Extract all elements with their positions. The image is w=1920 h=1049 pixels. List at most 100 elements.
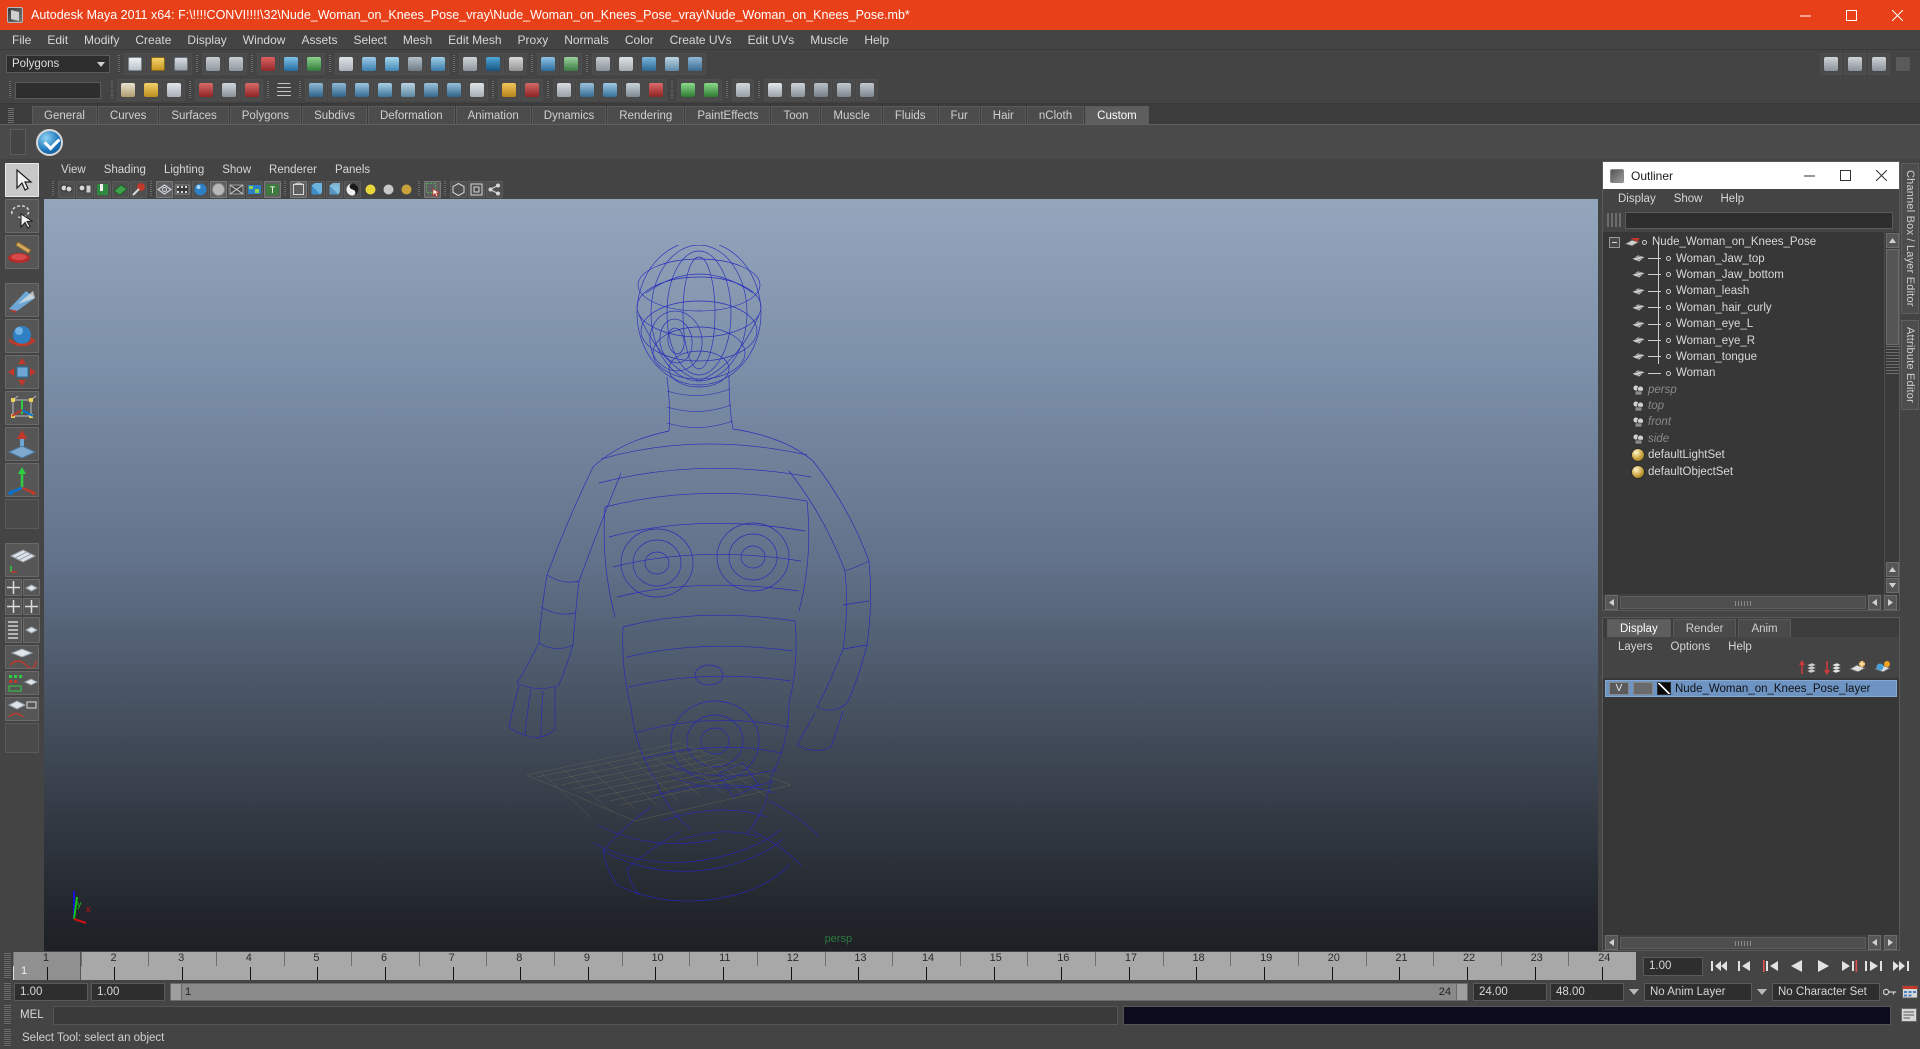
particle-tool-icon[interactable]	[684, 53, 706, 75]
shelf-tab-hair[interactable]: Hair	[981, 106, 1026, 124]
move-layer-down-icon[interactable]	[1824, 660, 1841, 675]
construction-history-icon[interactable]	[459, 53, 481, 75]
outliner-tree[interactable]: Nude_Woman_on_Knees_Pose Woman_Jaw_top	[1603, 232, 1899, 594]
snap-to-curve-icon[interactable]	[358, 53, 380, 75]
outliner-vertical-scrollbar[interactable]	[1884, 232, 1899, 594]
snap-point-alt-icon[interactable]	[351, 79, 373, 101]
snap-grid-alt-icon[interactable]	[305, 79, 327, 101]
grid-toggle-icon[interactable]	[553, 79, 575, 101]
layout-three-pane-icon[interactable]	[23, 598, 40, 615]
menu-assets[interactable]: Assets	[293, 30, 345, 50]
hardware-texture-icon[interactable]	[810, 79, 832, 101]
viewport-menu-show[interactable]: Show	[213, 164, 260, 176]
layout-four-view-icon[interactable]	[5, 579, 22, 596]
perspective-viewport[interactable]: persp y x	[44, 199, 1598, 951]
auto-key-icon[interactable]	[1883, 983, 1897, 1001]
marquee-select-icon[interactable]	[424, 181, 441, 198]
outliner-item-mesh[interactable]: Woman_Jaw_top	[1603, 250, 1884, 266]
two-d-pan-zoom-icon[interactable]	[130, 181, 147, 198]
shelf-tab-curves[interactable]: Curves	[98, 106, 158, 124]
open-scene-icon[interactable]	[147, 53, 169, 75]
snap-curve-alt-icon[interactable]	[328, 79, 350, 101]
range-slider-grip[interactable]	[4, 983, 11, 1001]
layer-playback-toggle[interactable]	[1633, 682, 1653, 695]
wireframe-on-shaded-icon[interactable]	[362, 181, 379, 198]
outliner-item-mesh[interactable]: Woman	[1603, 365, 1884, 381]
layer-list[interactable]: V Nude_Woman_on_Knees_Pose_layer	[1603, 678, 1899, 935]
anim-end-time-field[interactable]: 48.00	[1550, 983, 1624, 1001]
hscrollbar-thumb[interactable]	[1620, 596, 1866, 609]
outliner-item-mesh[interactable]: Woman_eye_R	[1603, 332, 1884, 348]
magnet-icon[interactable]	[397, 79, 419, 101]
step-back-frame-button[interactable]	[1760, 956, 1782, 976]
shelf-tab-animation[interactable]: Animation	[456, 106, 531, 124]
tab-channel-box-layer-editor[interactable]: Channel Box / Layer Editor	[1901, 163, 1919, 314]
scroll-up-icon[interactable]	[1886, 233, 1899, 248]
show-channel-box-icon[interactable]	[1820, 53, 1842, 75]
toolbox-extra-slot[interactable]	[5, 723, 39, 753]
range-right-handle[interactable]	[1456, 984, 1467, 1000]
layer-menu-options[interactable]: Options	[1662, 641, 1720, 653]
share-viewport-icon[interactable]	[486, 181, 503, 198]
scroll-left-icon[interactable]	[1605, 595, 1618, 610]
outliner-item-camera[interactable]: front	[1603, 414, 1884, 430]
shelf-tab-painteffects[interactable]: PaintEffects	[685, 106, 770, 124]
menu-help[interactable]: Help	[856, 30, 897, 50]
use-default-lighting-icon[interactable]	[380, 181, 397, 198]
layer-list-horizontal-scrollbar[interactable]	[1603, 935, 1899, 950]
outliner-item-camera[interactable]: persp	[1603, 382, 1884, 398]
isolate-select-icon[interactable]	[677, 79, 699, 101]
shelf-tab-polygons[interactable]: Polygons	[230, 106, 301, 124]
frame-all-icon[interactable]	[468, 181, 485, 198]
sidebar-expand-icon[interactable]	[1892, 53, 1914, 75]
layer-row[interactable]: V Nude_Woman_on_Knees_Pose_layer	[1605, 680, 1897, 697]
wireframe-model-nude-woman-on-knees[interactable]	[471, 245, 1171, 905]
anim-layer-dropdown-icon[interactable]	[1627, 983, 1641, 1001]
scroll-up-small-icon[interactable]	[1886, 562, 1899, 577]
character-set-dropdown-icon[interactable]	[1755, 983, 1769, 1001]
step-forward-key-button[interactable]	[1864, 956, 1886, 976]
help-line-grip[interactable]	[4, 1029, 11, 1047]
lighting-display-icon[interactable]	[833, 79, 855, 101]
command-line-grip[interactable]	[4, 1005, 11, 1025]
shelf-tab-toon[interactable]: Toon	[771, 106, 820, 124]
soft-modification-tool-icon[interactable]	[5, 427, 39, 461]
select-camera-icon[interactable]	[58, 181, 75, 198]
create-layer-from-selected-icon[interactable]	[1874, 660, 1891, 675]
step-back-key-button[interactable]	[1734, 956, 1756, 976]
viewport-menu-lighting[interactable]: Lighting	[155, 164, 213, 176]
outliner-item-camera[interactable]: side	[1603, 431, 1884, 447]
ipr-panel-icon[interactable]	[732, 79, 754, 101]
layout-persp-outliner-icon[interactable]	[23, 579, 40, 596]
layout-two-pane-icon[interactable]	[5, 598, 22, 615]
shelf-tab-dynamics[interactable]: Dynamics	[532, 106, 606, 124]
scroll-left-small-icon[interactable]	[1868, 595, 1881, 610]
shelf-tab-fluids[interactable]: Fluids	[883, 106, 938, 124]
bookmark-icon[interactable]	[94, 181, 111, 198]
layer-visibility-toggle[interactable]: V	[1609, 682, 1629, 695]
layer-hscrollbar-thumb[interactable]	[1620, 937, 1866, 949]
search-filter-icon[interactable]	[1607, 213, 1621, 227]
command-language-label[interactable]: MEL	[16, 1009, 48, 1021]
smooth-shade-all-icon[interactable]	[192, 181, 209, 198]
menu-edit[interactable]: Edit	[39, 30, 76, 50]
use-all-lights-icon[interactable]: T	[264, 181, 281, 198]
new-scene-icon[interactable]	[124, 53, 146, 75]
scroll-right-icon[interactable]	[1884, 595, 1897, 610]
layout-hypershade-persp-icon[interactable]	[23, 617, 40, 643]
camera-attributes-icon[interactable]	[76, 181, 93, 198]
layer-scroll-left-icon[interactable]	[1605, 935, 1618, 950]
maximize-button[interactable]	[1828, 0, 1874, 30]
wireframe-shading-icon[interactable]	[156, 181, 173, 198]
undo-icon[interactable]	[202, 53, 224, 75]
shelf-tab-custom[interactable]: Custom	[1085, 106, 1149, 124]
layer-scroll-left-small-icon[interactable]	[1868, 935, 1881, 950]
menuset-selector[interactable]: Polygons	[6, 55, 110, 73]
last-tool-used-slot[interactable]	[5, 499, 39, 529]
range-start-time-field[interactable]: 1.00	[91, 983, 165, 1001]
outliner-item-mesh[interactable]: Woman_eye_L	[1603, 316, 1884, 332]
go-to-start-button[interactable]	[1708, 956, 1730, 976]
menu-select[interactable]: Select	[345, 30, 394, 50]
move-tool-options-icon[interactable]	[615, 53, 637, 75]
close-button[interactable]	[1874, 0, 1920, 30]
